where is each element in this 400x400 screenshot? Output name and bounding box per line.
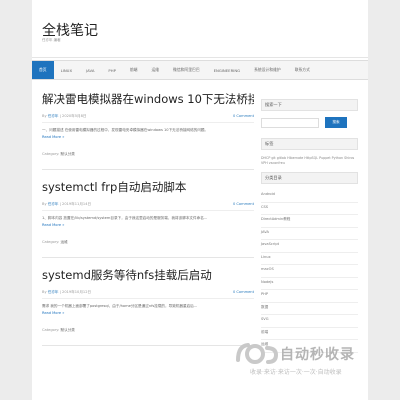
post-item: 解决雷电模拟器在windows 10下无法桥接网卡的问题 By 任亦年 | 20…	[42, 92, 254, 170]
categories-widget-title: 分类目录	[261, 172, 358, 184]
watermark-subtext: 收录·来访·来访一次·一次·自动收录	[250, 369, 342, 376]
post-comments-link[interactable]: 0 Comment	[233, 114, 254, 118]
category-item[interactable]: 数据	[261, 303, 358, 315]
post-category: Category: 默认分类	[42, 152, 254, 170]
category-item[interactable]: DirectAdmin教程	[261, 215, 358, 228]
category-list: Android CSS DirectAdmin教程 JAVA JavaScrip…	[261, 190, 358, 353]
post-title[interactable]: systemd服务等待nfs挂载后启动	[42, 268, 254, 282]
post-item: systemd服务等待nfs挂载后启动 By 任亦年 | 2019年10月12日…	[42, 268, 254, 346]
search-button[interactable]: 搜索	[325, 117, 347, 128]
nav-item-linux[interactable]: LINUX	[54, 61, 79, 79]
category-item[interactable]: NodeJs	[261, 278, 358, 290]
main-nav: 首页 LINUX JAVA PHP 前端 运维 微信和阿里巴巴 ENGINEER…	[32, 60, 368, 80]
post-excerpt: 一、问题描述 在使用雷电模拟器的过程中，发现雷电安卓模拟器在windows 10…	[42, 127, 254, 140]
category-item[interactable]: 前端	[261, 328, 358, 340]
post-comments-link[interactable]: 0 Comment	[233, 202, 254, 206]
watermark: 自动秒收录 收录·来访·来访一次·一次·自动收录	[234, 340, 384, 380]
nav-item-home[interactable]: 首页	[32, 61, 54, 79]
nav-item-frontend[interactable]: 前端	[123, 61, 145, 79]
nav-item-engineering[interactable]: ENGINEERING	[207, 61, 247, 79]
read-more-link[interactable]: Read More »	[42, 222, 254, 228]
site-header: 全栈笔记 任亦年 编著	[32, 0, 368, 58]
post-meta: By 任亦年 | 2020年5月8日 0 Comment	[42, 114, 254, 123]
site-description: 任亦年 编著	[42, 38, 61, 42]
post-author[interactable]: 任亦年	[48, 202, 59, 206]
search-form: 搜索	[261, 117, 358, 128]
nav-item-system-design[interactable]: 系统设计和维护	[247, 61, 288, 79]
read-more-link[interactable]: Read More »	[42, 134, 254, 140]
post-date: 2020年5月8日	[62, 114, 87, 118]
nav-item-php[interactable]: PHP	[101, 61, 122, 79]
post-category: Category: 运维	[42, 240, 254, 258]
post-excerpt: 需求 我的一个机器上面部署了postgresql，由于/home分区是通过nfs…	[42, 303, 254, 316]
post-title[interactable]: 解决雷电模拟器在windows 10下无法桥接网卡的问题	[42, 92, 254, 106]
nav-item-java[interactable]: JAVA	[79, 61, 101, 79]
nav-item-wechat[interactable]: 微信和阿里巴巴	[166, 61, 207, 79]
post-excerpt: 1、脚本内容 放置在/lib/systemd/system目录下，由于我这里启动…	[42, 215, 254, 228]
post-date: 2019年11月14日	[62, 202, 92, 206]
category-item[interactable]: macOS	[261, 265, 358, 278]
post-category-link[interactable]: 默认分类	[61, 152, 75, 156]
sidebar: 搜索一下 搜索 标签 DHCP git gitlab Hibernate Htt…	[261, 99, 358, 353]
post-item: systemctl frp自动启动脚本 By 任亦年 | 2019年11月14日…	[42, 180, 254, 258]
watermark-logo-icon	[236, 343, 279, 364]
post-author[interactable]: 任亦年	[48, 290, 59, 294]
site-title[interactable]: 全栈笔记	[42, 20, 98, 40]
nav-item-ops[interactable]: 运维	[144, 61, 166, 79]
post-title[interactable]: systemctl frp自动启动脚本	[42, 180, 254, 194]
read-more-link[interactable]: Read More »	[42, 310, 254, 316]
tags-widget-title: 标签	[261, 138, 358, 150]
watermark-text: 自动秒收录	[280, 347, 355, 363]
post-category-link[interactable]: 默认分类	[61, 328, 75, 332]
category-item[interactable]: Linux	[261, 253, 358, 265]
category-item[interactable]: PHP	[261, 290, 358, 303]
search-input[interactable]	[261, 117, 319, 128]
post-category-link[interactable]: 运维	[61, 240, 68, 244]
category-item[interactable]: Android	[261, 190, 358, 203]
category-item[interactable]: JavaScript	[261, 240, 358, 253]
post-comments-link[interactable]: 0 Comment	[233, 290, 254, 294]
post-meta: By 任亦年 | 2019年10月12日 0 Comment	[42, 290, 254, 299]
post-list: 解决雷电模拟器在windows 10下无法桥接网卡的问题 By 任亦年 | 20…	[42, 92, 254, 356]
nav-item-contact[interactable]: 联系方式	[288, 61, 317, 79]
post-date: 2019年10月12日	[62, 290, 92, 294]
tag-cloud[interactable]: DHCP git gitlab Hibernate HttpSQL Puppet…	[261, 156, 358, 166]
post-author[interactable]: 任亦年	[48, 114, 59, 118]
search-widget-title: 搜索一下	[261, 99, 358, 111]
post-category: Category: 默认分类	[42, 328, 254, 346]
category-item[interactable]: SVG	[261, 315, 358, 328]
category-item[interactable]: CSS	[261, 203, 358, 215]
category-item[interactable]: JAVA	[261, 228, 358, 240]
post-meta: By 任亦年 | 2019年11月14日 0 Comment	[42, 202, 254, 211]
